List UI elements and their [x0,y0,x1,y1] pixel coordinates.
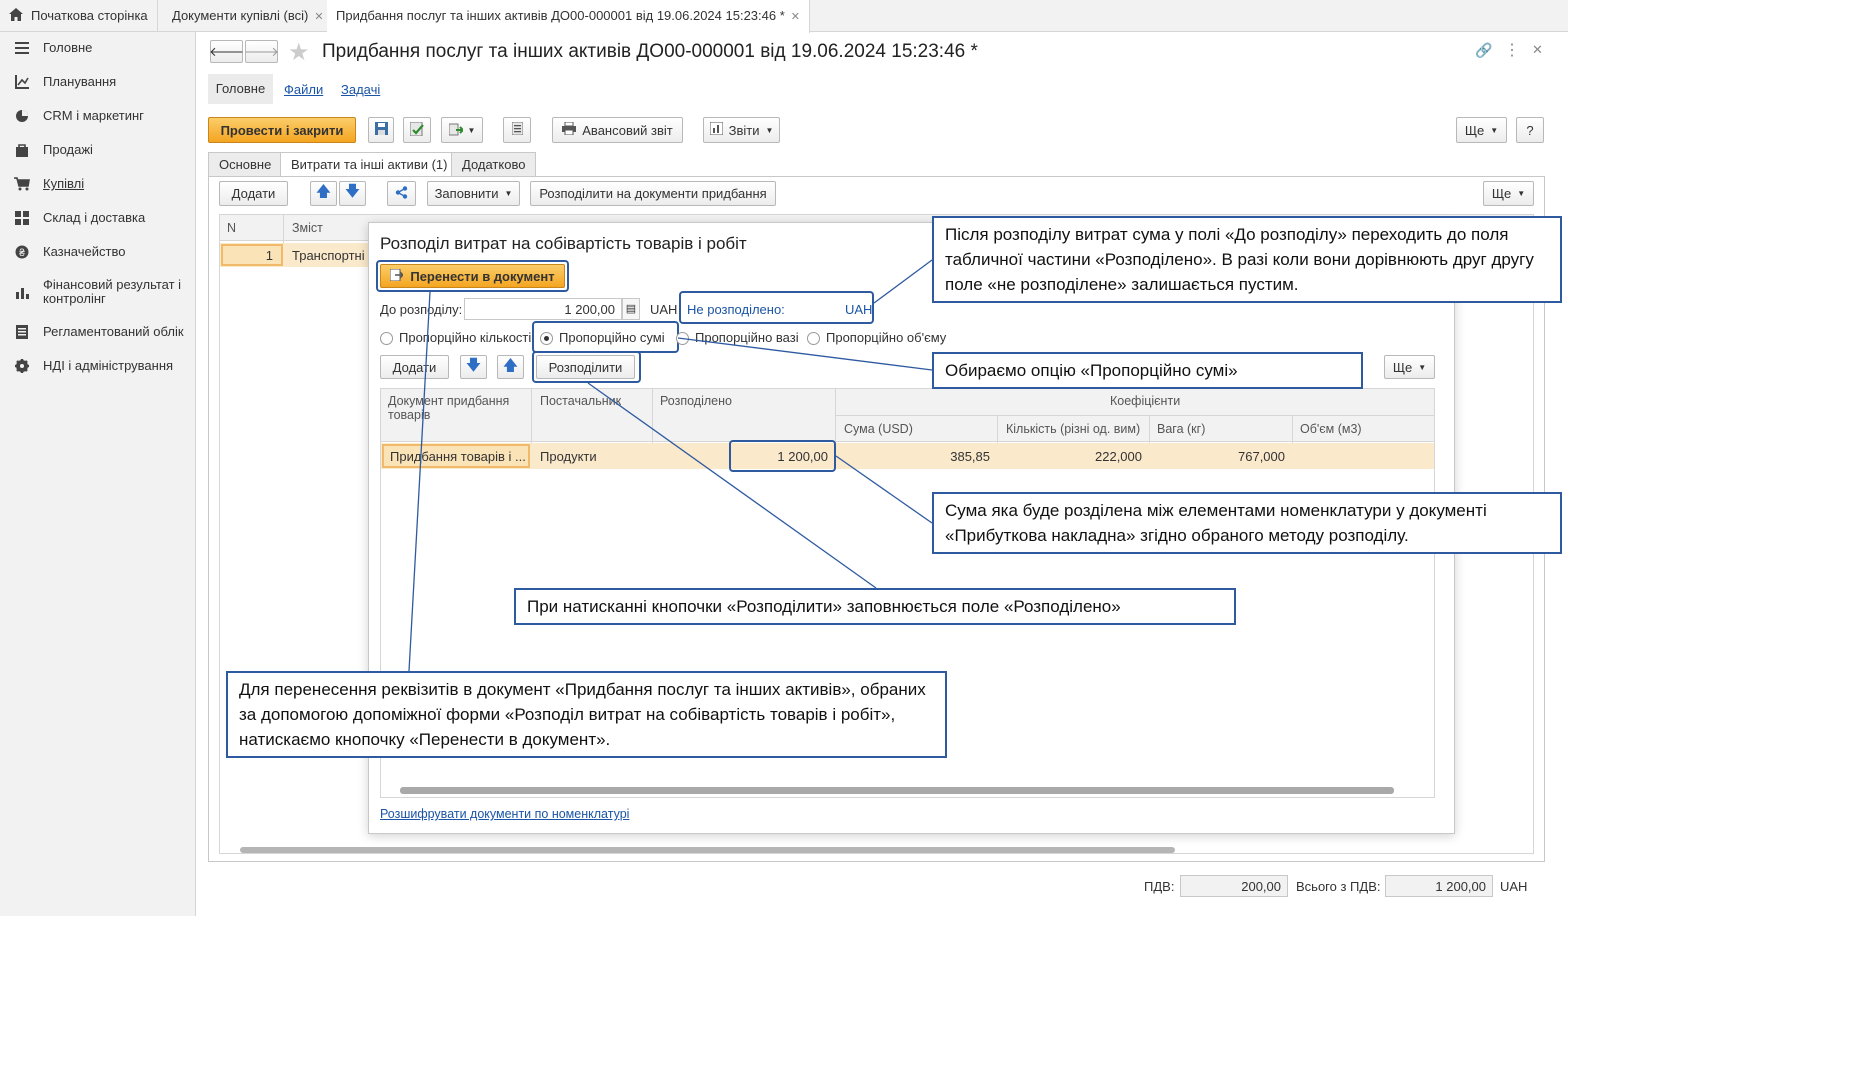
callout-not-distributed: Після розподілу витрат сума у полі «До р… [932,216,1562,303]
callout-distribute-button: При натисканні кнопочки «Розподілити» за… [514,588,1236,625]
callout-connectors [408,259,933,672]
callout-method-sum: Обираємо опцію «Пропорційно сумі» [932,352,1363,389]
callout-transfer: Для перенесення реквізитів в документ «П… [226,671,947,758]
callout-distributed-sum: Сума яка буде розділена між елементами н… [932,492,1562,554]
